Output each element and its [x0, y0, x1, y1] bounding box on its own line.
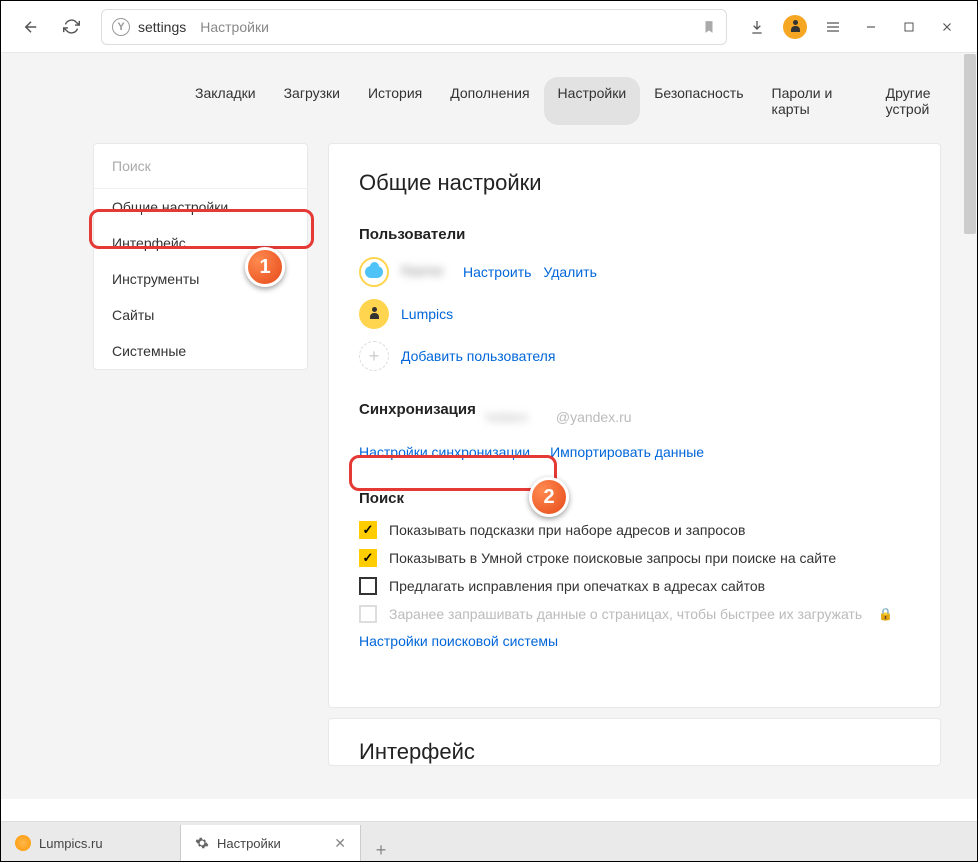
bottom-tab-2-label: Настройки — [217, 836, 281, 851]
sync-settings-link[interactable]: Настройки синхронизации — [359, 444, 530, 460]
close-button[interactable] — [929, 9, 965, 45]
download-icon — [749, 19, 765, 35]
profile-button[interactable] — [777, 9, 813, 45]
new-tab-button[interactable]: + — [361, 840, 401, 861]
user1-name-hidden: Name — [401, 263, 451, 281]
maximize-icon — [903, 21, 915, 33]
menu-button[interactable] — [815, 9, 851, 45]
callout-2: 2 — [529, 477, 569, 517]
next-panel-title: Интерфейс — [359, 739, 910, 765]
downloads-button[interactable] — [739, 9, 775, 45]
add-user-row: + Добавить пользователя — [359, 341, 910, 371]
tab-bookmarks[interactable]: Закладки — [181, 77, 270, 125]
user1-configure-link[interactable]: Настроить — [463, 264, 531, 280]
address-bar[interactable]: Y settings Настройки — [101, 9, 727, 45]
add-user-link[interactable]: Добавить пользователя — [401, 348, 555, 364]
checkbox-label-3: Предлагать исправления при опечатках в а… — [389, 578, 765, 594]
toolbar-right — [739, 9, 965, 45]
close-icon — [940, 20, 954, 34]
bottom-tab-settings[interactable]: Настройки ✕ — [181, 825, 361, 861]
menu-icon — [825, 19, 841, 35]
sidebar-item-sites[interactable]: Сайты — [94, 297, 307, 333]
search-section: Поиск Показывать подсказки при наборе ад… — [359, 490, 910, 651]
tab-passwords[interactable]: Пароли и карты — [758, 77, 872, 125]
yandex-icon: Y — [112, 18, 130, 36]
scrollbar-thumb[interactable] — [964, 54, 976, 234]
checkbox-2[interactable] — [359, 549, 377, 567]
user-row-2: Lumpics — [359, 299, 910, 329]
user2-name-link[interactable]: Lumpics — [401, 306, 453, 322]
profile-icon — [783, 15, 807, 39]
tab-downloads[interactable]: Загрузки — [270, 77, 354, 125]
scrollbar-track[interactable] — [963, 53, 977, 799]
users-heading: Пользователи — [359, 226, 910, 243]
reload-icon — [63, 18, 80, 35]
address-title: Настройки — [200, 19, 269, 35]
main-grid: Поиск Общие настройки Интерфейс Инструме… — [1, 125, 977, 766]
checkbox-4 — [359, 605, 377, 623]
tab-addons[interactable]: Дополнения — [436, 77, 543, 125]
sync-email-domain: @yandex.ru — [556, 409, 632, 425]
sidebar-item-general[interactable]: Общие настройки — [94, 189, 307, 225]
tab-history[interactable]: История — [354, 77, 436, 125]
tab-security[interactable]: Безопасность — [640, 77, 757, 125]
lumpics-favicon-icon — [15, 835, 31, 851]
checkbox-3[interactable] — [359, 577, 377, 595]
sidebar-item-system[interactable]: Системные — [94, 333, 307, 369]
sync-email-hidden: hidden — [486, 409, 546, 425]
settings-panel: Общие настройки Пользователи Name Настро… — [328, 143, 941, 708]
panel-title: Общие настройки — [359, 170, 910, 196]
bookmark-icon[interactable] — [702, 20, 716, 34]
import-data-link[interactable]: Импортировать данные — [550, 444, 704, 460]
checkbox-label-4: Заранее запрашивать данные о страницах, … — [389, 606, 862, 622]
user-row-1: Name Настроить Удалить — [359, 257, 910, 287]
checkbox-label-1: Показывать подсказки при наборе адресов … — [389, 522, 745, 538]
avatar-cloud — [359, 257, 389, 287]
bottom-tab-bar: Lumpics.ru Настройки ✕ + — [1, 821, 977, 861]
arrow-left-icon — [22, 18, 40, 36]
checkbox-row-3[interactable]: Предлагать исправления при опечатках в а… — [359, 577, 910, 595]
interface-panel: Интерфейс — [328, 718, 941, 766]
address-page: settings — [138, 19, 186, 35]
user1-delete-link[interactable]: Удалить — [543, 264, 596, 280]
tab-other-devices[interactable]: Другие устрой — [872, 77, 977, 125]
checkbox-1[interactable] — [359, 521, 377, 539]
bottom-tab-lumpics[interactable]: Lumpics.ru — [1, 825, 181, 861]
search-engine-link[interactable]: Настройки поисковой системы — [359, 633, 558, 649]
maximize-button[interactable] — [891, 9, 927, 45]
sidebar-search[interactable]: Поиск — [94, 144, 307, 189]
lock-icon: 🔒 — [878, 607, 893, 621]
checkbox-row-2[interactable]: Показывать в Умной строке поисковые запр… — [359, 549, 910, 567]
add-user-icon[interactable]: + — [359, 341, 389, 371]
settings-tabs: Закладки Загрузки История Дополнения Нас… — [1, 53, 977, 125]
bottom-tab-1-label: Lumpics.ru — [39, 836, 103, 851]
minimize-button[interactable] — [853, 9, 889, 45]
avatar-lumpics — [359, 299, 389, 329]
minimize-icon — [864, 20, 878, 34]
sync-section: Синхронизация hidden @yandex.ru Настройк… — [359, 401, 910, 460]
checkbox-label-2: Показывать в Умной строке поисковые запр… — [389, 550, 836, 566]
gear-icon — [195, 836, 209, 850]
checkbox-row-1[interactable]: Показывать подсказки при наборе адресов … — [359, 521, 910, 539]
reload-button[interactable] — [53, 9, 89, 45]
tab-close-button[interactable]: ✕ — [334, 835, 346, 852]
search-heading: Поиск — [359, 490, 910, 507]
browser-toolbar: Y settings Настройки — [1, 1, 977, 53]
sync-heading: Синхронизация — [359, 401, 476, 418]
back-button[interactable] — [13, 9, 49, 45]
content-area: Закладки Загрузки История Дополнения Нас… — [1, 53, 977, 799]
callout-1: 1 — [245, 247, 285, 287]
tab-settings[interactable]: Настройки — [544, 77, 641, 125]
users-section: Пользователи Name Настроить Удалить Lump… — [359, 226, 910, 371]
checkbox-row-4: Заранее запрашивать данные о страницах, … — [359, 605, 910, 623]
